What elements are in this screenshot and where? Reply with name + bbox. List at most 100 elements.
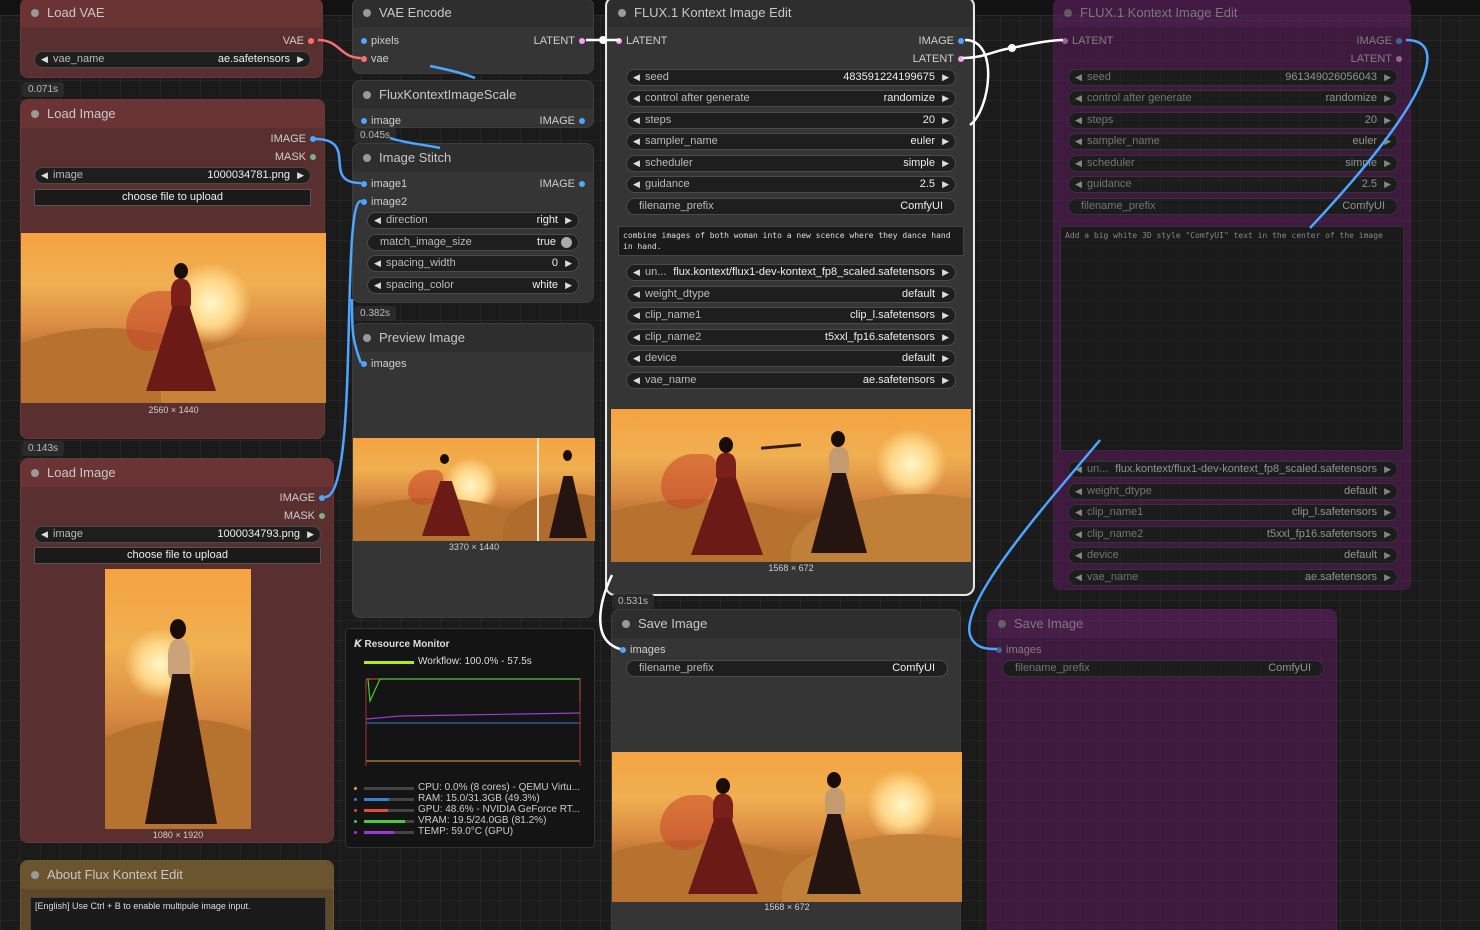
load-vae-node[interactable]: Load VAE VAE ◀ vae_name ae.safetensors ▶ (20, 0, 323, 78)
unet-name-select[interactable]: ◀ un... flux.kontext/flux1-dev-kontext_fp8… (626, 264, 956, 281)
filename-prefix-input[interactable]: filename_prefix ComfyUI (626, 198, 956, 215)
arrow-left-icon[interactable]: ◀ (1075, 113, 1082, 128)
flux-kontext-image-scale-node[interactable]: FluxKontextImageScale image IMAGE (352, 80, 594, 128)
seed-input[interactable]: ◀ seed 483591224199675 ▶ (626, 69, 956, 86)
vae-name-select[interactable]: ◀ vae_name ae.safetensors ▶ (626, 372, 956, 389)
arrow-left-icon[interactable]: ◀ (374, 278, 381, 293)
arrow-left-icon[interactable]: ◀ (633, 113, 640, 128)
clip-name1-select[interactable]: ◀ clip_name1 clip_l.safetensors ▶ (626, 307, 956, 324)
pixels-input-slot[interactable]: pixels (361, 32, 399, 50)
image1-input-slot[interactable]: image1 (361, 175, 407, 193)
node-title[interactable]: About Flux Kontext Edit (21, 861, 333, 889)
spacing-width-stepper[interactable]: ◀ spacing_width 0 ▶ (367, 255, 579, 272)
sampler-name-select[interactable]: ◀ sampler_name euler ▶ (626, 133, 956, 150)
arrow-left-icon[interactable]: ◀ (633, 351, 640, 366)
arrow-left-icon[interactable]: ◀ (1075, 70, 1082, 85)
node-title[interactable]: VAE Encode (353, 0, 593, 27)
vae-name-select[interactable]: ◀ vae_name ae.safetensors ▶ (34, 51, 311, 68)
arrow-right-icon[interactable]: ▶ (565, 256, 572, 271)
images-input-slot[interactable]: images (361, 355, 406, 373)
preview-image-node[interactable]: Preview Image images 3370 × 1440 (352, 323, 595, 618)
vae-input-slot[interactable]: vae (361, 50, 389, 68)
arrow-left-icon[interactable]: ◀ (633, 156, 640, 171)
image-output-slot[interactable]: IMAGE (271, 130, 317, 148)
latent-output-slot[interactable]: LATENT (913, 50, 965, 68)
arrow-left-icon[interactable]: ◀ (41, 527, 48, 542)
node-title[interactable]: Save Image (988, 610, 1336, 638)
arrow-right-icon[interactable]: ▶ (942, 156, 949, 171)
collapse-dot-icon[interactable] (1064, 9, 1072, 17)
sampler-name-select[interactable]: ◀ sampler_name euler ▶ (1068, 133, 1398, 150)
image-output-slot[interactable]: IMAGE (280, 489, 326, 507)
arrow-left-icon[interactable]: ◀ (1075, 134, 1082, 149)
collapse-dot-icon[interactable] (31, 469, 39, 477)
device-select[interactable]: ◀ device default ▶ (1068, 547, 1398, 564)
arrow-left-icon[interactable]: ◀ (633, 70, 640, 85)
arrow-right-icon[interactable]: ▶ (1384, 156, 1391, 171)
collapse-dot-icon[interactable] (31, 9, 39, 17)
arrow-left-icon[interactable]: ◀ (633, 287, 640, 302)
latent-output-slot[interactable]: LATENT (534, 32, 586, 50)
seed-input[interactable]: ◀ seed 961349026056043 ▶ (1068, 69, 1398, 86)
arrow-right-icon[interactable]: ▶ (1384, 91, 1391, 106)
collapse-dot-icon[interactable] (363, 9, 371, 17)
arrow-right-icon[interactable]: ▶ (942, 308, 949, 323)
arrow-left-icon[interactable]: ◀ (633, 177, 640, 192)
arrow-right-icon[interactable]: ▶ (942, 113, 949, 128)
arrow-left-icon[interactable]: ◀ (41, 168, 48, 183)
arrow-right-icon[interactable]: ▶ (1384, 570, 1391, 585)
image-output-slot[interactable]: IMAGE (540, 175, 586, 193)
filename-prefix-input[interactable]: filename_prefix ComfyUI (626, 660, 948, 677)
arrow-left-icon[interactable]: ◀ (374, 256, 381, 271)
weight-dtype-select[interactable]: ◀ weight_dtype default ▶ (1068, 483, 1398, 500)
arrow-right-icon[interactable]: ▶ (307, 527, 314, 542)
node-title[interactable]: FLUX.1 Kontext Image Edit (608, 0, 972, 27)
collapse-dot-icon[interactable] (31, 871, 39, 879)
arrow-right-icon[interactable]: ▶ (942, 287, 949, 302)
arrow-right-icon[interactable]: ▶ (942, 373, 949, 388)
node-title[interactable]: Image Stitch (353, 144, 593, 172)
scheduler-select[interactable]: ◀ scheduler simple ▶ (1068, 155, 1398, 172)
vae-encode-node[interactable]: VAE Encode pixels vae LATENT (352, 0, 594, 74)
latent-output-slot[interactable]: LATENT (1351, 50, 1403, 68)
steps-stepper[interactable]: ◀ steps 20 ▶ (1068, 112, 1398, 129)
clip-name2-select[interactable]: ◀ clip_name2 t5xxl_fp16.safetensors ▶ (1068, 526, 1398, 543)
image-output-slot[interactable]: IMAGE (1357, 32, 1403, 50)
arrow-left-icon[interactable]: ◀ (633, 373, 640, 388)
arrow-right-icon[interactable]: ▶ (297, 168, 304, 183)
arrow-left-icon[interactable]: ◀ (374, 213, 381, 228)
arrow-left-icon[interactable]: ◀ (1075, 156, 1082, 171)
image-stitch-node[interactable]: Image Stitch image1 image2 IMAGE ◀ direct… (352, 143, 594, 303)
node-title[interactable]: Load Image (21, 459, 333, 487)
arrow-left-icon[interactable]: ◀ (633, 308, 640, 323)
collapse-dot-icon[interactable] (622, 620, 630, 628)
unet-name-select[interactable]: ◀ un... flux.kontext/flux1-dev-kontext_fp8… (1068, 461, 1398, 478)
prompt-textarea[interactable]: combine images of both woman into a new … (618, 226, 964, 256)
about-note-node[interactable]: About Flux Kontext Edit [English] Use Ct… (20, 860, 334, 930)
arrow-right-icon[interactable]: ▶ (1384, 484, 1391, 499)
control-after-generate-select[interactable]: ◀ control after generate randomize ▶ (626, 90, 956, 107)
arrow-right-icon[interactable]: ▶ (1384, 177, 1391, 192)
node-title[interactable]: Load Image (21, 100, 324, 128)
image-file-select[interactable]: ◀ image 1000034781.png ▶ (34, 167, 311, 184)
images-input-slot[interactable]: images (620, 641, 665, 659)
latent-input-slot[interactable]: LATENT (1062, 32, 1113, 50)
images-input-slot[interactable]: images (996, 641, 1041, 659)
image-output-slot[interactable]: IMAGE (919, 32, 965, 50)
node-title[interactable]: FLUX.1 Kontext Image Edit (1054, 0, 1410, 27)
save-image-node-bypassed[interactable]: Save Image images filename_prefix ComfyUI (987, 609, 1337, 930)
match-image-size-toggle[interactable]: match_image_size true (367, 234, 579, 251)
arrow-right-icon[interactable]: ▶ (1384, 527, 1391, 542)
arrow-right-icon[interactable]: ▶ (1384, 113, 1391, 128)
node-title[interactable]: FluxKontextImageScale (353, 81, 593, 109)
arrow-right-icon[interactable]: ▶ (565, 213, 572, 228)
arrow-left-icon[interactable]: ◀ (633, 91, 640, 106)
arrow-left-icon[interactable]: ◀ (1075, 484, 1082, 499)
weight-dtype-select[interactable]: ◀ weight_dtype default ▶ (626, 286, 956, 303)
choose-file-button[interactable]: choose file to upload (34, 189, 311, 206)
clip-name2-select[interactable]: ◀ clip_name2 t5xxl_fp16.safetensors ▶ (626, 329, 956, 346)
arrow-right-icon[interactable]: ▶ (942, 134, 949, 149)
latent-input-slot[interactable]: LATENT (616, 32, 667, 50)
node-title[interactable]: Save Image (612, 610, 960, 638)
arrow-right-icon[interactable]: ▶ (942, 265, 949, 280)
